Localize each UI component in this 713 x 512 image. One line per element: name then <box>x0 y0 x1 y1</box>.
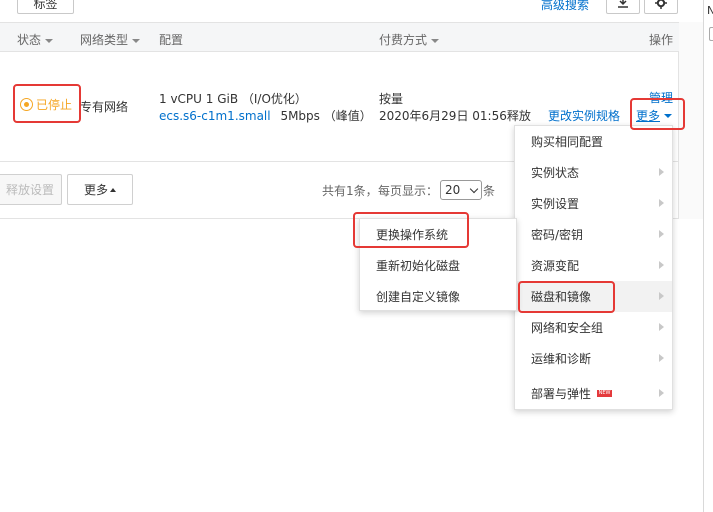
chevron-right-icon <box>659 230 664 238</box>
more-actions-menu: 购买相同配置 实例状态 实例设置 密码/密钥 资源变配 磁盘和镜像 网络和安全组… <box>514 125 673 410</box>
menu-item-instance-status[interactable]: 实例状态 <box>515 157 672 188</box>
change-spec-link[interactable]: 更改实例规格 <box>548 107 620 124</box>
edge-label: N <box>707 4 713 17</box>
config-spec: 1 vCPU 1 GiB （I/O优化） <box>159 92 307 106</box>
table-header: 状态 网络类型 配置 付费方式 操作 <box>0 22 679 52</box>
highlight-disk-image <box>518 281 615 313</box>
new-badge: NEW <box>597 390 613 397</box>
tag-button[interactable]: 标签 <box>17 0 74 14</box>
panel-divider <box>703 0 704 512</box>
billing-type: 按量 <box>379 92 404 106</box>
download-button[interactable] <box>606 0 640 14</box>
highlight-more <box>630 98 685 130</box>
header-config: 配置 <box>159 33 184 47</box>
bandwidth: 5Mbps （峰值） <box>280 109 372 123</box>
advanced-search-link[interactable]: 高级搜索 <box>541 0 589 13</box>
per-page-unit: 条 <box>483 184 496 198</box>
chevron-down-icon <box>469 184 479 194</box>
chevron-right-icon <box>659 354 664 362</box>
header-status[interactable]: 状态 <box>17 31 54 48</box>
settings-button[interactable] <box>644 0 678 14</box>
menu-item-ops-diagnosis[interactable]: 运维和诊断 <box>515 343 672 374</box>
per-page-label: 每页显示： <box>378 184 439 198</box>
chevron-right-icon <box>659 389 664 397</box>
header-billing[interactable]: 付费方式 <box>379 31 440 48</box>
chevron-right-icon <box>659 323 664 331</box>
bulk-more-button[interactable]: 更多 <box>67 174 133 205</box>
menu-item-buy-same[interactable]: 购买相同配置 <box>515 126 672 157</box>
network-type-cell: 专有网络 <box>80 100 129 114</box>
caret-down-icon <box>431 38 440 43</box>
release-settings-button[interactable]: 释放设置 <box>0 174 62 205</box>
total-count: 共有1条， <box>322 184 378 198</box>
menu-item-instance-settings[interactable]: 实例设置 <box>515 188 672 219</box>
menu-item-password-key[interactable]: 密码/密钥 <box>515 219 672 250</box>
header-actions: 操作 <box>649 33 674 47</box>
submenu-item-reinit-disk[interactable]: 重新初始化磁盘 <box>360 250 516 281</box>
caret-down-icon <box>45 38 54 43</box>
menu-item-resource-change[interactable]: 资源变配 <box>515 250 672 281</box>
header-network-type[interactable]: 网络类型 <box>80 31 141 48</box>
config-type-line: ecs.s6-c1m1.small 5Mbps （峰值） <box>159 107 372 124</box>
edge-checkbox[interactable] <box>709 27 713 41</box>
chevron-right-icon <box>659 199 664 207</box>
menu-item-network-security[interactable]: 网络和安全组 <box>515 312 672 343</box>
highlight-status <box>13 84 81 123</box>
release-time: 2020年6月29日 01:56释放 <box>379 109 531 123</box>
chevron-right-icon <box>659 261 664 269</box>
submenu-item-create-image[interactable]: 创建自定义镜像 <box>360 281 516 312</box>
caret-up-icon <box>110 187 116 192</box>
download-icon <box>618 0 628 8</box>
chevron-right-icon <box>659 292 664 300</box>
menu-item-deploy-elastic[interactable]: 部署与弹性 NEW <box>515 378 672 409</box>
per-page-select[interactable]: 20 <box>440 180 482 200</box>
chevron-right-icon <box>659 168 664 176</box>
caret-down-icon <box>132 38 141 43</box>
highlight-change-os <box>353 212 469 248</box>
instance-type-link[interactable]: ecs.s6-c1m1.small <box>159 109 271 123</box>
gear-icon <box>655 0 667 9</box>
